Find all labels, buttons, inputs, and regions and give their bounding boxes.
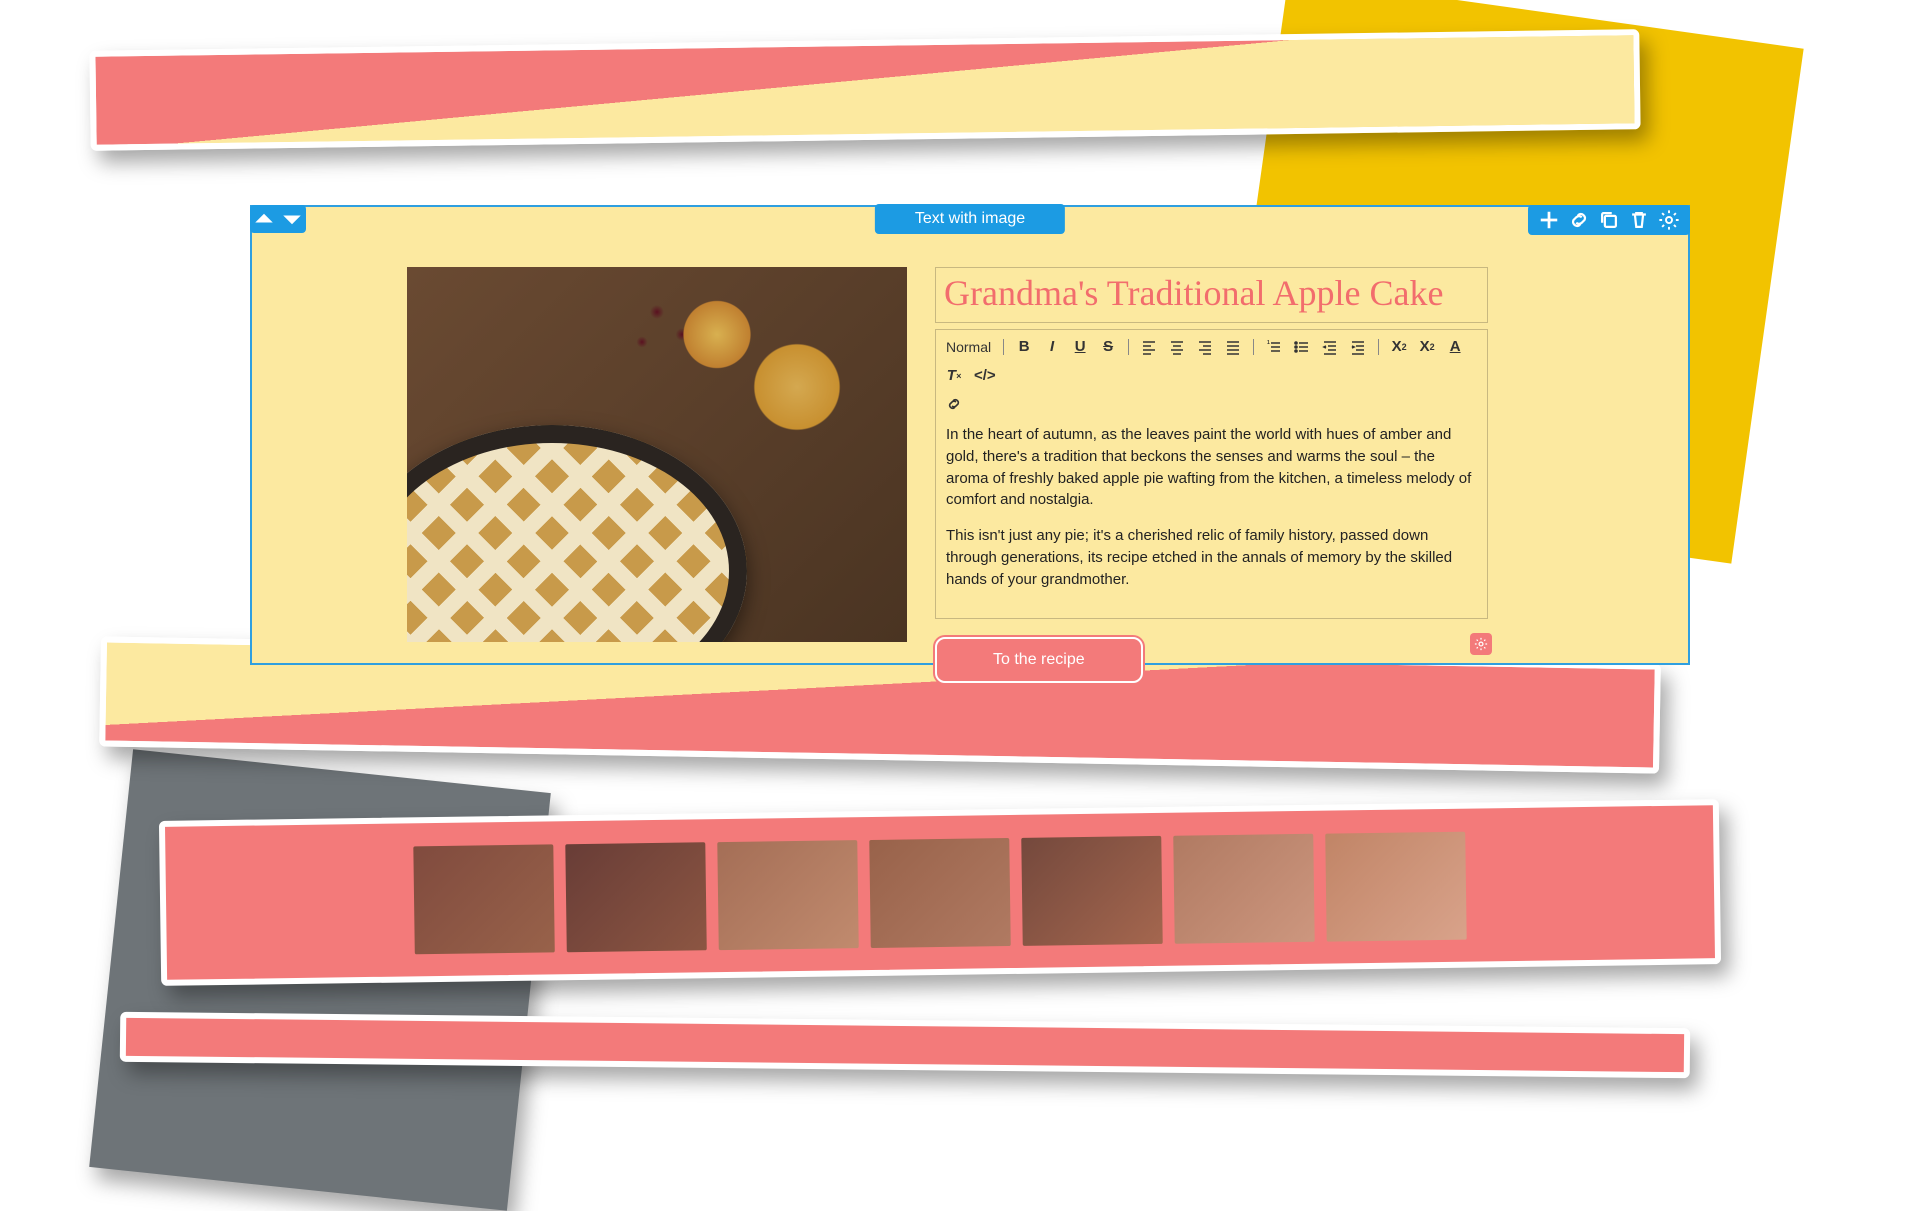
underline-button[interactable]: U [1072,338,1088,355]
align-right-button[interactable] [1197,339,1213,355]
align-center-button[interactable] [1169,339,1185,355]
pie-lattice-visual [407,425,747,643]
gallery-thumb[interactable] [1173,833,1314,943]
list-bullet-icon [1294,339,1310,355]
rich-text-editor[interactable]: Normal B I U S 1 X2 [935,329,1488,619]
link-icon [1568,209,1590,231]
svg-text:1: 1 [1267,340,1270,346]
italic-button[interactable]: I [1044,338,1060,355]
delete-block-button[interactable] [1628,209,1650,231]
chevron-down-icon [278,205,306,233]
gear-icon [1658,209,1680,231]
gallery-thumb[interactable] [565,842,706,952]
bold-button[interactable]: B [1016,338,1032,355]
title-input[interactable]: Grandma's Traditional Apple Cake [935,267,1488,323]
list-bullet-button[interactable] [1294,339,1310,355]
move-down-button[interactable] [278,205,306,233]
gallery-thumb[interactable] [869,838,1010,948]
gallery-thumb[interactable] [413,844,554,954]
align-left-button[interactable] [1141,339,1157,355]
chevron-up-icon [250,205,278,233]
block-type-label: Text with image [875,204,1065,234]
rte-toolbar: Normal B I U S 1 X2 [946,338,1477,392]
gallery-stripe [159,799,1721,986]
superscript-button[interactable]: X2 [1419,338,1435,355]
add-block-button[interactable] [1538,209,1560,231]
trash-icon [1628,209,1650,231]
link-button[interactable] [946,396,962,412]
body-text[interactable]: In the heart of autumn, as the leaves pa… [946,424,1477,590]
clear-format-button[interactable]: T× [946,367,962,384]
format-dropdown[interactable]: Normal [946,339,991,355]
align-justify-icon [1225,339,1241,355]
text-color-button[interactable]: A [1447,338,1463,355]
align-center-icon [1169,339,1185,355]
plus-icon [1538,209,1560,231]
list-ordered-button[interactable]: 1 [1266,339,1282,355]
strike-button[interactable]: S [1100,338,1116,355]
list-ordered-icon: 1 [1266,339,1282,355]
align-right-icon [1197,339,1213,355]
paragraph: In the heart of autumn, as the leaves pa… [946,424,1477,511]
paragraph: This isn't just any pie; it's a cherishe… [946,525,1477,590]
indent-increase-button[interactable] [1350,339,1366,355]
block-move-controls [250,205,306,233]
settings-block-button[interactable] [1658,209,1680,231]
indent-decrease-icon [1322,339,1338,355]
rte-toolbar-row2 [946,392,1477,424]
align-left-icon [1141,339,1157,355]
toolbar-separator [1003,339,1004,355]
copy-block-button[interactable] [1598,209,1620,231]
title-text: Grandma's Traditional Apple Cake [944,272,1479,314]
cta-settings-button[interactable] [1470,633,1492,655]
toolbar-separator [1253,339,1254,355]
indent-increase-icon [1350,339,1366,355]
gallery-thumb[interactable] [1325,831,1466,941]
copy-icon [1598,209,1620,231]
toolbar-separator [1378,339,1379,355]
text-with-image-block[interactable]: Text with image Grandma's [250,205,1690,665]
indent-decrease-button[interactable] [1322,339,1338,355]
code-button[interactable]: </> [974,367,996,384]
move-up-button[interactable] [250,205,278,233]
gallery-thumb[interactable] [1021,835,1162,945]
link-icon [946,396,962,412]
subscript-button[interactable]: X2 [1391,338,1407,355]
gallery-thumb[interactable] [717,840,858,950]
gear-icon [1474,637,1488,651]
toolbar-separator [1128,339,1129,355]
link-block-button[interactable] [1568,209,1590,231]
align-justify-button[interactable] [1225,339,1241,355]
content-image[interactable] [407,267,907,642]
block-action-toolbar [1528,205,1690,235]
cta-button[interactable]: To the recipe [935,637,1143,683]
